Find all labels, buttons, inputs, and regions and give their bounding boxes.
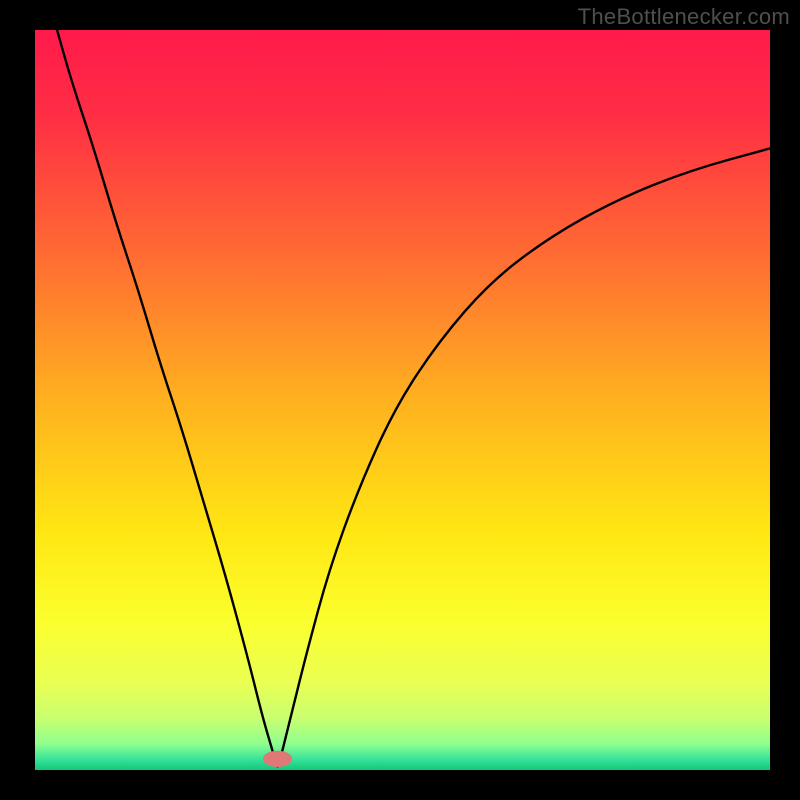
chart-svg: [0, 0, 800, 800]
vertex-marker: [263, 751, 292, 767]
watermark-text: TheBottlenecker.com: [578, 4, 790, 30]
chart-stage: TheBottlenecker.com: [0, 0, 800, 800]
